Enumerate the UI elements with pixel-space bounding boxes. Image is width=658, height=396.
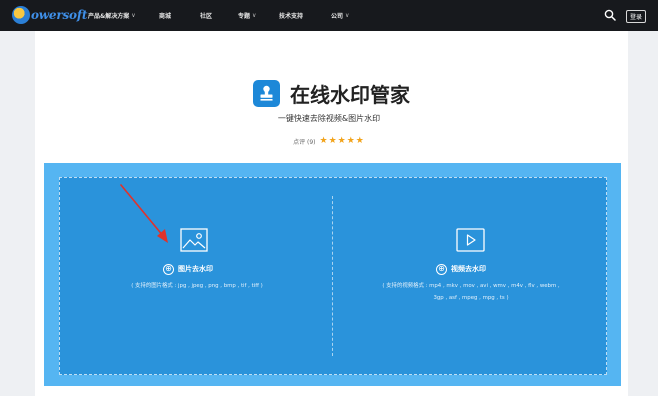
video-formats-line2: 3gp , asf , mpeg , mpg , ts ) <box>433 295 509 301</box>
image-upload-label: 图片去水印 <box>178 265 213 273</box>
logo-icon <box>12 6 30 24</box>
plus-circle-icon: ⊕ <box>163 263 174 275</box>
nav-item-label: 社区 <box>200 13 213 20</box>
logo-text: owersoft <box>31 8 88 22</box>
nav-item-support[interactable]: 技术支持 <box>279 0 303 31</box>
nav-item-community[interactable]: 社区 <box>200 0 212 31</box>
search-icon[interactable] <box>604 9 616 21</box>
nav-item-products[interactable]: 产品&解决方案 ∨ <box>88 0 136 31</box>
rating-count-link[interactable]: 点评 (9) <box>293 137 315 146</box>
nav-item-topics[interactable]: 专题 ∨ <box>238 0 256 31</box>
nav-item-label: 商城 <box>159 13 172 20</box>
video-formats-line1: ( 支持的视频格式 : mp4 , mkv , mov , avi , wmv … <box>382 283 560 289</box>
red-arrow-annotation <box>120 184 168 243</box>
page-title: 在线水印管家 <box>290 83 410 107</box>
image-upload-button[interactable]: ⊕ 图片去水印 <box>163 262 213 276</box>
nav-item-label: 专题 <box>238 13 251 20</box>
rating-row: 点评 (9) ★★★★★ <box>0 136 658 146</box>
chevron-down-icon: ∨ <box>252 12 257 19</box>
video-upload-button[interactable]: ⊕ 视频去水印 <box>436 262 486 276</box>
video-formats-note: ( 支持的视频格式 : mp4 , mkv , mov , avi , wmv … <box>340 280 602 304</box>
chevron-down-icon: ∨ <box>345 12 350 19</box>
top-nav-bar: owersoft 产品&解决方案 ∨ 商城 社区 专题 ∨ 技术支持 公司 ∨ … <box>0 0 658 31</box>
image-formats-note: ( 支持的图片格式 : jpg , jpeg , png , bmp , tif… <box>131 283 263 289</box>
nav-item-label: 公司 <box>331 13 344 20</box>
nav-item-store[interactable]: 商城 <box>159 0 171 31</box>
video-upload-label: 视频去水印 <box>451 265 486 273</box>
page-subtitle: 一键快速去除视频&图片水印 <box>277 114 381 123</box>
nav-item-company[interactable]: 公司 ∨ <box>331 0 349 31</box>
nav-item-label: 产品&解决方案 <box>88 13 130 20</box>
brand-logo[interactable]: owersoft <box>12 6 87 24</box>
stamp-icon <box>253 80 280 107</box>
rating-stars: ★★★★★ <box>319 136 365 146</box>
plus-circle-icon: ⊕ <box>436 263 447 275</box>
login-button[interactable]: 登录 <box>626 10 646 23</box>
upload-divider <box>332 196 333 356</box>
video-play-icon[interactable] <box>456 228 485 252</box>
nav-item-label: 技术支持 <box>279 13 304 20</box>
image-icon[interactable] <box>180 228 208 252</box>
chevron-down-icon: ∨ <box>131 12 136 19</box>
